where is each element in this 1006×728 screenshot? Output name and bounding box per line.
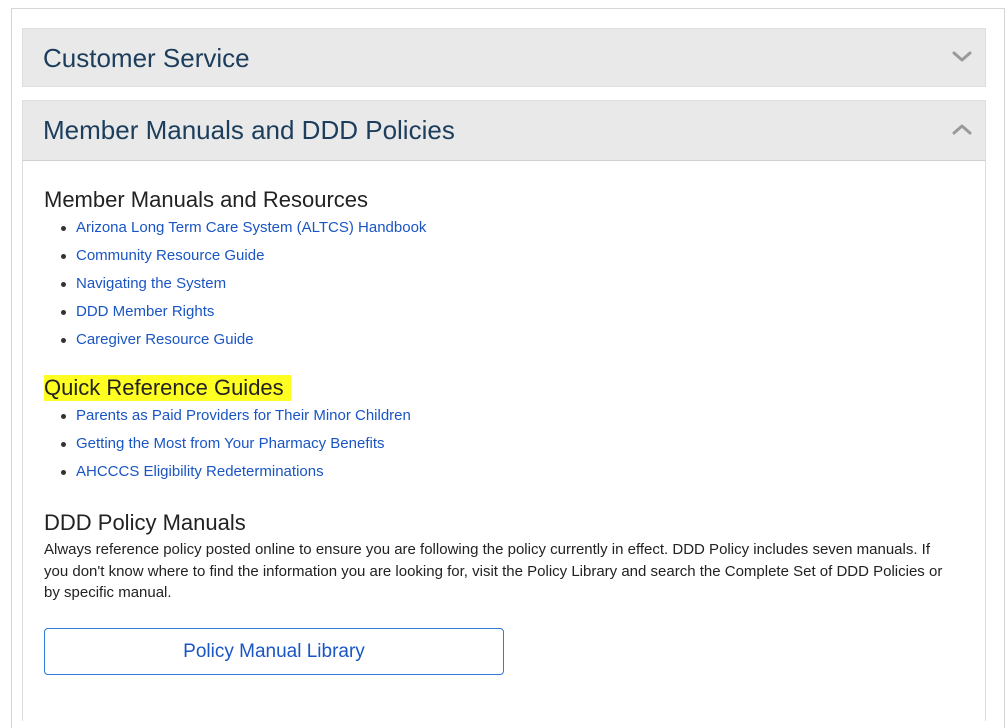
- accordion-title: Member Manuals and DDD Policies: [43, 115, 455, 145]
- policy-description: Always reference policy posted online to…: [44, 541, 943, 601]
- list-item: AHCCCS Eligibility Redeterminations: [59, 458, 411, 486]
- list-item: Arizona Long Term Care System (ALTCS) Ha…: [59, 214, 426, 242]
- accordion-header-member-manuals[interactable]: Member Manuals and DDD Policies: [22, 100, 986, 161]
- list-item: Community Resource Guide: [59, 242, 426, 270]
- section-heading-quick-reference: Quick Reference Guides: [44, 375, 291, 401]
- list-item: Getting the Most from Your Pharmacy Bene…: [59, 430, 411, 458]
- link-pharmacy-benefits[interactable]: Getting the Most from Your Pharmacy Bene…: [76, 435, 384, 452]
- link-eligibility-redeterminations[interactable]: AHCCCS Eligibility Redeterminations: [76, 463, 324, 480]
- policy-manual-library-button[interactable]: Policy Manual Library: [44, 628, 504, 675]
- list-item: DDD Member Rights: [59, 298, 426, 326]
- list-item: Navigating the System: [59, 270, 426, 298]
- link-ddd-member-rights[interactable]: DDD Member Rights: [76, 303, 214, 320]
- section-heading-resources: Member Manuals and Resources: [44, 187, 369, 212]
- chevron-up-icon: [952, 124, 972, 134]
- quick-reference-link-list: Parents as Paid Providers for Their Mino…: [59, 402, 411, 486]
- link-community-resource-guide[interactable]: Community Resource Guide: [76, 247, 264, 264]
- link-navigating-the-system[interactable]: Navigating the System: [76, 275, 226, 292]
- link-parents-as-paid-providers[interactable]: Parents as Paid Providers for Their Mino…: [76, 407, 411, 424]
- list-item: Caregiver Resource Guide: [59, 326, 426, 354]
- accordion-title: Customer Service: [43, 43, 250, 73]
- link-caregiver-resource-guide[interactable]: Caregiver Resource Guide: [76, 331, 254, 348]
- link-altcs-handbook[interactable]: Arizona Long Term Care System (ALTCS) Ha…: [76, 219, 426, 236]
- section-heading-policy-manuals: DDD Policy Manuals: [44, 510, 246, 535]
- accordion-header-customer-service[interactable]: Customer Service: [22, 28, 986, 87]
- resources-link-list: Arizona Long Term Care System (ALTCS) Ha…: [59, 214, 426, 354]
- chevron-down-icon: [952, 51, 972, 61]
- list-item: Parents as Paid Providers for Their Mino…: [59, 402, 411, 430]
- accordion-body-member-manuals: Member Manuals and Resources Arizona Lon…: [22, 161, 986, 721]
